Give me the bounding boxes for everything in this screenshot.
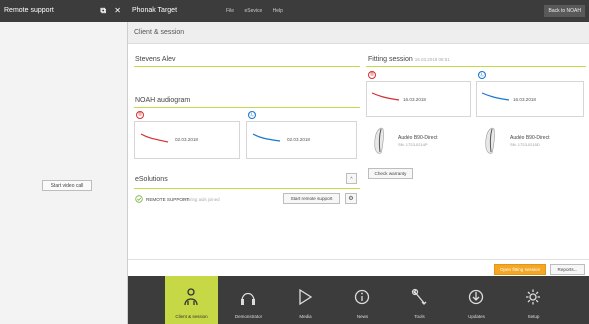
check-warranty-button[interactable]: Check warranty [368, 168, 413, 179]
client-name-divider [134, 66, 360, 67]
fitting-left-date: 16.03.2018 [513, 97, 536, 102]
tools-icon [411, 288, 427, 305]
remote-support-status: Hearing aids joined [182, 197, 220, 202]
right-ear-icon: ® [136, 111, 144, 119]
download-icon [468, 289, 484, 305]
audiogram-left-date: 02.03.2018 [287, 137, 310, 142]
start-video-call-button[interactable]: Start video call [42, 180, 92, 191]
back-to-noah-button[interactable]: Back to NOAH [544, 5, 585, 17]
play-icon [299, 288, 313, 306]
hearing-aid-right-icon [374, 127, 384, 154]
nav-media[interactable]: Media [279, 276, 332, 324]
client-session-title: Client & session [134, 29, 185, 36]
device-left-name: Audéo B90-Direct [510, 135, 550, 141]
nav-tools-label: Tools [414, 314, 425, 319]
check-circle-icon [135, 195, 143, 203]
hearing-aid-left-icon [485, 127, 495, 154]
fitting-right-ear-icon: ® [368, 71, 376, 79]
audiogram-right-date: 02.03.2018 [175, 137, 198, 142]
audiogram-left-curve [252, 133, 281, 142]
nav-news[interactable]: News [336, 276, 389, 324]
bottom-nav-bar: Client & session Demonstrator Media News [128, 276, 589, 324]
client-name: Stevens Alev [135, 56, 176, 63]
client-session-header: Client & session [128, 22, 589, 44]
footer-divider [128, 259, 589, 260]
noah-audiogram-title: NOAH audiogram [135, 97, 191, 104]
menu-help[interactable]: Help [273, 8, 283, 14]
fitting-left-ear-icon: Ⓛ [478, 71, 486, 79]
nav-setup[interactable]: Setup [507, 276, 560, 324]
collapse-icon[interactable]: ^ [346, 173, 357, 184]
nav-client-session-label: Client & session [175, 314, 208, 319]
nav-demonstrator-label: Demonstrator [234, 314, 263, 319]
reports-button[interactable]: Reports... [550, 264, 585, 275]
audiogram-left-card[interactable]: 02.03.2018 [246, 121, 357, 159]
menu-bar: File eSevice Help [226, 8, 292, 14]
fitting-right-card[interactable]: 16.03.2018 [366, 81, 471, 117]
settings-icon[interactable]: ⚙ [345, 193, 357, 204]
fitting-session-divider [366, 66, 586, 67]
remote-support-panel: Remote support ⧉ ✕ Start video call [0, 0, 128, 324]
phonak-target-app: Phonak Target File eSevice Help Back to … [128, 0, 589, 324]
app-title: Phonak Target [132, 7, 178, 14]
nav-updates[interactable]: Updates [450, 276, 503, 324]
nav-demonstrator[interactable]: Demonstrator [222, 276, 275, 324]
nav-updates-label: Updates [468, 314, 485, 319]
app-titlebar: Phonak Target File eSevice Help Back to … [128, 0, 589, 22]
nav-media-label: Media [299, 314, 312, 319]
device-right-name: Audéo B90-Direct [398, 135, 438, 141]
fitting-right-curve [371, 92, 400, 101]
esolutions-divider [134, 188, 360, 189]
audiogram-right-card[interactable]: 02.03.2018 [134, 121, 240, 159]
fitting-left-curve [481, 92, 510, 101]
remote-support-title: Remote support [4, 7, 54, 14]
info-icon [354, 289, 370, 305]
nav-setup-label: Setup [527, 314, 540, 319]
device-right-sn: SN: 1723-0214P [398, 142, 428, 147]
gear-icon [526, 289, 540, 305]
headphones-icon [241, 292, 255, 305]
remote-support-titlebar: Remote support ⧉ ✕ [0, 0, 128, 22]
nav-news-label: News [356, 314, 369, 319]
audiogram-right-curve [140, 133, 169, 143]
menu-eservice[interactable]: eSevice [244, 8, 262, 14]
open-fitting-session-button[interactable]: Open fitting session [494, 264, 546, 275]
fitting-right-date: 16.03.2018 [403, 97, 426, 102]
esolutions-title: eSolutions [135, 176, 168, 183]
device-left-sn: SN: 1723-0215D [510, 142, 540, 147]
fitting-session-title: Fitting session 16.03.2018 08:51 [368, 56, 450, 63]
start-remote-support-button[interactable]: Start remote support [283, 193, 340, 204]
panel-window-icons[interactable]: ⧉ ✕ [100, 6, 124, 16]
nav-client-session[interactable]: Client & session [165, 276, 218, 324]
fitting-left-card[interactable]: 16.03.2018 [476, 81, 584, 117]
nav-tools[interactable]: Tools [393, 276, 446, 324]
left-ear-icon: Ⓛ [248, 111, 256, 119]
person-icon [184, 288, 198, 306]
noah-audiogram-divider [134, 107, 360, 108]
menu-file[interactable]: File [226, 8, 234, 14]
